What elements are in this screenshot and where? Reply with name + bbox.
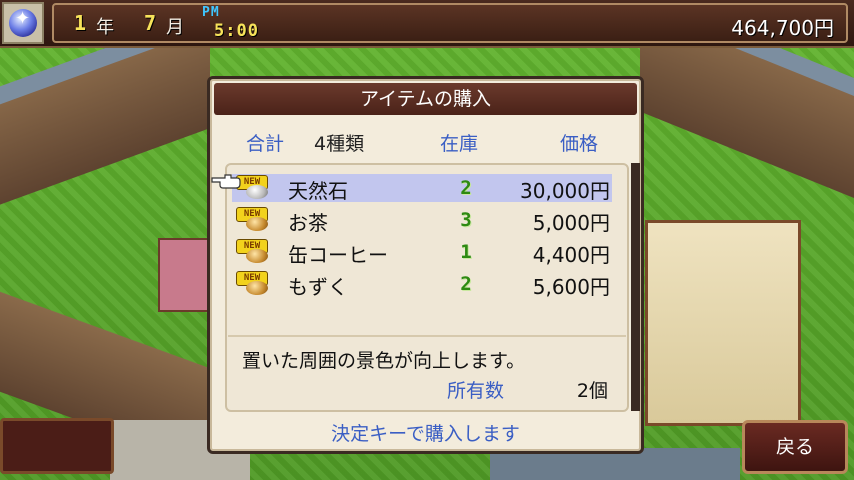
item-stock: 2 bbox=[460, 177, 472, 199]
item-description: 置いた周囲の景色が向上します。 bbox=[242, 350, 526, 372]
tatami-room bbox=[645, 220, 801, 426]
item-type-count: 4種類 bbox=[314, 133, 365, 155]
year-number: 1 bbox=[74, 11, 87, 35]
pointer-hand-icon bbox=[211, 174, 241, 189]
back-button[interactable]: 戻る bbox=[742, 420, 848, 474]
dialog-title: アイテムの購入 bbox=[214, 83, 637, 115]
item-row[interactable]: NEW 缶コーヒー 1 4,400円 bbox=[232, 238, 612, 267]
owned-count-value: 2個 bbox=[576, 380, 608, 402]
month-unit: 月 bbox=[166, 17, 184, 38]
bun-icon bbox=[246, 281, 268, 295]
item-row[interactable]: NEW もずく 2 5,600円 bbox=[232, 270, 612, 299]
item-price: 5,000円 bbox=[532, 211, 610, 235]
item-stock: 1 bbox=[460, 241, 472, 263]
price-column-header: 価格 bbox=[560, 133, 599, 155]
confirm-hint: 決定キーで購入します bbox=[331, 423, 520, 445]
purchase-dialog: アイテムの購入 合計 4種類 在庫 価格 NEW 天然石 2 30,000円 N… bbox=[207, 76, 644, 454]
stock-column-header: 在庫 bbox=[440, 133, 479, 155]
clock-time: 5:00 bbox=[214, 21, 259, 41]
ampm-label: PM bbox=[202, 5, 220, 20]
menu-gem-button[interactable]: ✦ bbox=[2, 2, 44, 44]
item-name: お茶 bbox=[288, 211, 328, 235]
sparkle-icon: ✦ bbox=[15, 8, 31, 29]
month-number: 7 bbox=[144, 11, 157, 35]
bun-icon bbox=[246, 217, 268, 231]
item-price: 4,400円 bbox=[532, 243, 610, 267]
shop-stall bbox=[158, 238, 214, 312]
owned-count-label: 所有数 bbox=[447, 380, 505, 402]
bun-icon bbox=[246, 249, 268, 263]
total-label: 合計 bbox=[246, 133, 285, 155]
date-time-panel: 1 年 7 月 PM 5:00 464,700円 bbox=[52, 3, 848, 43]
money-display: 464,700円 bbox=[731, 16, 834, 40]
stone-icon bbox=[246, 185, 268, 199]
year-unit: 年 bbox=[96, 17, 114, 38]
list-scrollbar[interactable] bbox=[631, 163, 640, 411]
info-box bbox=[0, 418, 114, 474]
top-status-bar: ✦ 1 年 7 月 PM 5:00 464,700円 bbox=[0, 0, 854, 48]
item-row[interactable]: NEW お茶 3 5,000円 bbox=[232, 206, 612, 235]
item-name: 天然石 bbox=[288, 179, 348, 203]
item-price: 30,000円 bbox=[520, 179, 610, 203]
item-name: もずく bbox=[288, 275, 348, 299]
item-price: 5,600円 bbox=[532, 275, 610, 299]
item-row-selected[interactable]: NEW 天然石 2 30,000円 bbox=[232, 174, 612, 203]
list-divider bbox=[228, 335, 626, 337]
item-name: 缶コーヒー bbox=[288, 243, 388, 267]
item-stock: 3 bbox=[460, 209, 472, 231]
item-stock: 2 bbox=[460, 273, 472, 295]
